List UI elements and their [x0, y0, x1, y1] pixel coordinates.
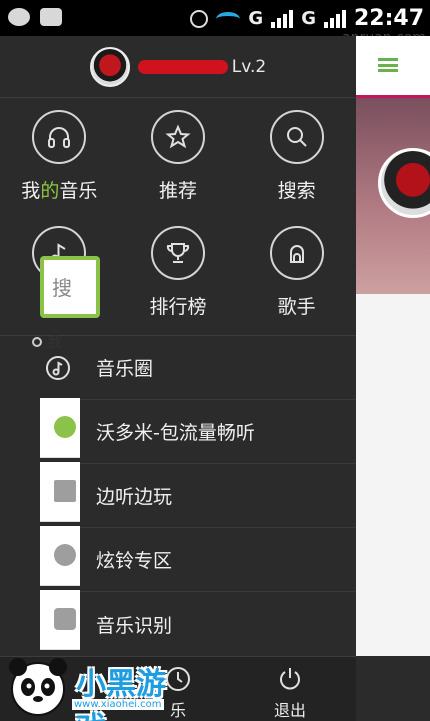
avatar[interactable]	[89, 46, 130, 87]
status-time: 22:47	[353, 6, 424, 31]
content-banner	[356, 98, 430, 294]
message-icon	[40, 8, 62, 26]
status-left-icons	[8, 8, 62, 26]
content-topbar	[356, 36, 430, 98]
folder-icon	[54, 480, 76, 502]
menu-ringtones[interactable]: 炫铃专区	[40, 528, 356, 592]
user-level: Lv.2	[231, 56, 267, 77]
logo-url: www.xiaohei.com	[72, 699, 164, 710]
menu-label: 音乐识别	[96, 614, 173, 637]
list-item[interactable]	[40, 526, 80, 586]
radio-icon	[32, 337, 42, 347]
alarm-icon	[190, 9, 209, 28]
person-icon	[54, 544, 76, 566]
power-icon	[280, 668, 300, 690]
me-row: 我	[32, 332, 62, 352]
banner-avatar[interactable]	[378, 148, 430, 218]
network-type-1: G	[248, 8, 264, 29]
search-icon	[269, 110, 324, 164]
singer-icon	[269, 226, 324, 280]
grid-charts[interactable]: 排行榜	[119, 226, 238, 342]
search-input[interactable]: 搜	[40, 256, 100, 318]
main-content-peek	[356, 36, 430, 656]
star-icon	[150, 110, 205, 164]
list-item[interactable]	[40, 398, 80, 458]
profile-header[interactable]: Lv.2	[0, 36, 356, 98]
logo-text: 小黑游戏	[76, 667, 166, 721]
grid-singers[interactable]: 歌手	[237, 226, 356, 342]
menu-label: 沃多米-包流量畅听	[96, 422, 255, 444]
signal-2-icon	[323, 9, 346, 28]
grid-my-music[interactable]: 我的音乐	[0, 110, 119, 226]
menu-label: 边听边玩	[96, 486, 173, 508]
wifi-icon	[216, 11, 241, 26]
username: Lv.2	[137, 56, 267, 77]
me-label: 我	[48, 335, 62, 351]
headphones-icon	[32, 110, 87, 164]
grid-label: 我的音乐	[21, 180, 98, 202]
watermark-logo: 小黑游戏 www.xiaohei.com	[4, 655, 190, 721]
menu-label: 炫铃专区	[96, 550, 173, 572]
grid-label: 推荐	[158, 180, 197, 202]
menu-icon[interactable]	[378, 58, 398, 72]
grid-recommend[interactable]: 推荐	[119, 110, 238, 226]
menu-womi[interactable]: 沃多米-包流量畅听	[40, 400, 356, 464]
grid-label: 排行榜	[149, 296, 207, 318]
list-item[interactable]	[40, 590, 80, 650]
panda-logo-icon	[9, 658, 67, 716]
grid-label: 搜索	[277, 180, 316, 202]
grid-label: 歌手	[277, 296, 316, 318]
music-circle-icon	[40, 354, 76, 382]
exit-label: 退出	[274, 701, 307, 720]
network-type-2: G	[301, 8, 316, 29]
media-icon	[54, 608, 76, 630]
menu-music-recognition[interactable]: 音乐识别	[40, 592, 356, 656]
menu-music-circle[interactable]: 音乐圈	[40, 336, 356, 400]
redacted-name	[137, 59, 228, 74]
exit-button[interactable]: 退出	[274, 665, 306, 721]
status-right-icons: G G 22:47	[190, 6, 424, 31]
list-item[interactable]	[40, 462, 80, 522]
notification-icon	[8, 8, 30, 26]
menu-label: 音乐圈	[96, 358, 154, 380]
grid-search[interactable]: 搜索	[237, 110, 356, 226]
trophy-icon	[150, 226, 205, 280]
signal-1-icon	[271, 9, 294, 28]
green-icon	[54, 416, 76, 438]
menu-listen-play[interactable]: 边听边玩	[40, 464, 356, 528]
